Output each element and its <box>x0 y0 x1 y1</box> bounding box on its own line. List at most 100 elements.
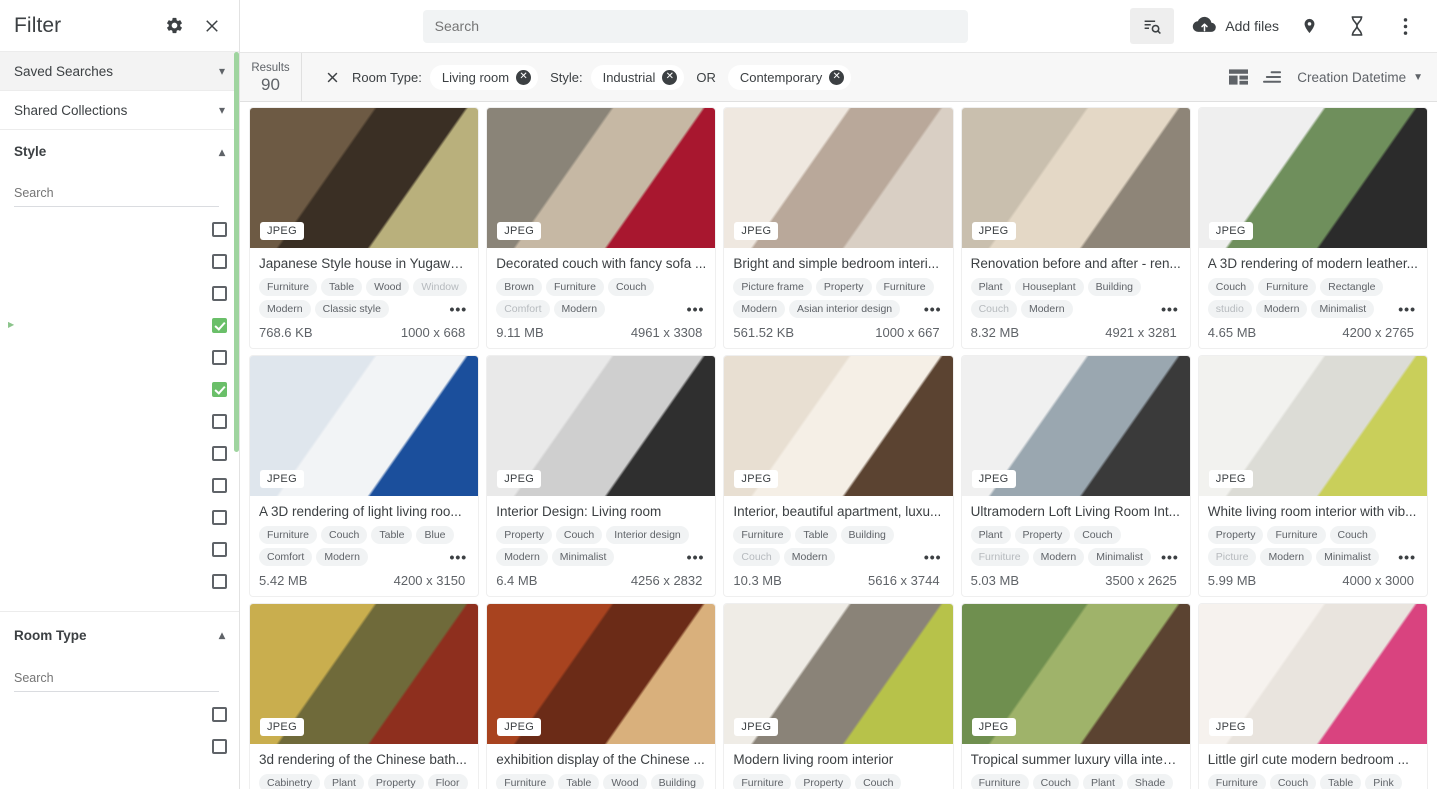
asset-tag[interactable]: Property <box>795 774 852 789</box>
room-type-facet-search-input[interactable] <box>14 667 219 692</box>
asset-card[interactable]: JPEG 3d rendering of the Chinese bath... C… <box>250 604 479 789</box>
facet-row[interactable] <box>0 341 239 373</box>
asset-tag[interactable]: Furniture <box>1207 774 1266 789</box>
filter-chip[interactable]: Contemporary ✕ <box>727 64 852 90</box>
asset-tag[interactable]: Modern <box>553 300 606 318</box>
asset-card[interactable]: JPEG Interior, beautiful apartment, luxu.… <box>724 356 953 596</box>
facet-row[interactable] <box>0 469 239 501</box>
asset-tag[interactable]: Comfort <box>259 548 313 566</box>
facet-checkbox[interactable] <box>212 573 227 589</box>
asset-tag[interactable]: Couch <box>1269 774 1317 789</box>
facet-checkbox[interactable] <box>212 541 227 557</box>
asset-card[interactable]: JPEG Decorated couch with fancy sofa ... B… <box>487 108 716 348</box>
facet-checkbox[interactable] <box>212 509 227 525</box>
asset-tag[interactable]: Furniture <box>733 526 792 544</box>
facet-row[interactable] <box>0 533 239 565</box>
asset-tag[interactable]: Brown <box>496 278 542 296</box>
asset-thumbnail[interactable]: JPEG <box>961 356 1190 496</box>
grid-view-icon[interactable] <box>1221 60 1255 94</box>
asset-tag[interactable]: Window <box>413 278 467 296</box>
asset-tag[interactable]: Furniture <box>733 774 792 789</box>
asset-tag[interactable]: Table <box>558 774 600 789</box>
asset-thumbnail[interactable]: JPEG <box>487 356 716 496</box>
asset-card[interactable]: JPEG White living room interior with vib.… <box>1198 356 1427 596</box>
asset-tag[interactable]: Table <box>1320 774 1362 789</box>
asset-card[interactable]: JPEG exhibition display of the Chinese ..… <box>487 604 716 789</box>
asset-tag[interactable]: Building <box>650 774 704 789</box>
facet-row[interactable] <box>0 213 239 245</box>
asset-thumbnail[interactable]: JPEG <box>1198 604 1427 744</box>
asset-card[interactable]: JPEG Japanese Style house in Yugawar... Fu… <box>250 108 479 348</box>
asset-tag[interactable]: Houseplant <box>1014 278 1084 296</box>
asset-card[interactable]: JPEG Little girl cute modern bedroom ... F… <box>1198 604 1427 789</box>
asset-thumbnail[interactable]: JPEG <box>250 356 479 496</box>
asset-tag[interactable]: studio <box>1207 300 1252 318</box>
asset-thumbnail[interactable]: JPEG <box>250 604 479 744</box>
asset-tag[interactable]: Table <box>795 526 837 544</box>
more-horizontal-icon[interactable]: ••• <box>922 548 944 566</box>
asset-tag[interactable]: Picture frame <box>733 278 812 296</box>
asset-tag[interactable]: Furniture <box>1267 526 1326 544</box>
asset-tag[interactable]: Plant <box>323 774 364 789</box>
style-facet-search-input[interactable] <box>14 182 219 207</box>
facet-row[interactable] <box>0 245 239 277</box>
sidebar-item-shared-collections[interactable]: Shared Collections ▾ <box>0 91 239 130</box>
asset-tag[interactable]: Couch <box>855 774 902 789</box>
facet-row[interactable] <box>0 277 239 309</box>
asset-tag[interactable]: Couch <box>555 526 603 544</box>
asset-tag[interactable]: Minimalist <box>1316 548 1379 566</box>
more-horizontal-icon[interactable]: ••• <box>1396 548 1418 566</box>
asset-card[interactable]: JPEG Bright and simple bedroom interi... P… <box>724 108 953 348</box>
sort-dropdown[interactable]: Creation Datetime ▼ <box>1297 70 1423 85</box>
advanced-search-icon[interactable] <box>1130 8 1175 44</box>
facet-checkbox[interactable] <box>212 738 227 754</box>
location-pin-icon[interactable] <box>1291 8 1327 44</box>
facet-row[interactable] <box>0 437 239 469</box>
asset-tag[interactable]: Modern <box>783 548 836 566</box>
asset-thumbnail[interactable]: JPEG <box>487 604 716 744</box>
asset-tag[interactable]: Furniture <box>1258 278 1317 296</box>
asset-tag[interactable]: Couch <box>321 526 368 544</box>
asset-tag[interactable]: Property <box>496 526 552 544</box>
facet-row[interactable] <box>0 730 239 762</box>
asset-tag[interactable]: Property <box>367 774 424 789</box>
sidebar-scrollbar[interactable] <box>234 52 239 452</box>
facet-row[interactable] <box>0 373 239 405</box>
asset-tag[interactable]: Furniture <box>970 548 1029 566</box>
asset-tag[interactable]: Asian interior design <box>789 300 901 318</box>
facet-checkbox[interactable] <box>212 445 227 461</box>
asset-tag[interactable]: Couch <box>1207 278 1255 296</box>
facet-checkbox[interactable] <box>212 413 227 429</box>
asset-tag[interactable]: Modern <box>316 548 368 566</box>
asset-tag[interactable]: Modern <box>1032 548 1085 566</box>
asset-card[interactable]: JPEG Tropical summer luxury villa interi.… <box>961 604 1190 789</box>
more-horizontal-icon[interactable]: ••• <box>1159 548 1181 566</box>
facet-row[interactable] <box>0 698 239 730</box>
asset-tag[interactable]: Couch <box>1074 526 1121 544</box>
asset-tag[interactable]: Couch <box>1032 774 1079 789</box>
filter-chip[interactable]: Industrial ✕ <box>590 64 685 90</box>
facet-checkbox[interactable] <box>212 349 227 365</box>
asset-thumbnail[interactable]: JPEG <box>487 108 716 248</box>
gear-icon[interactable] <box>163 15 185 37</box>
asset-tag[interactable]: Comfort <box>496 300 550 318</box>
more-horizontal-icon[interactable]: ••• <box>685 548 707 566</box>
hourglass-icon[interactable] <box>1339 8 1375 44</box>
more-horizontal-icon[interactable]: ••• <box>1159 300 1181 318</box>
asset-thumbnail[interactable]: JPEG <box>1198 356 1427 496</box>
asset-card[interactable]: JPEG Ultramodern Loft Living Room Int... P… <box>961 356 1190 596</box>
asset-tag[interactable]: Couch <box>607 278 655 296</box>
asset-card[interactable]: JPEG Renovation before and after - ren...… <box>961 108 1190 348</box>
more-horizontal-icon[interactable]: ••• <box>447 548 469 566</box>
asset-tag[interactable]: Floor <box>427 774 468 789</box>
asset-tag[interactable]: Furniture <box>496 774 555 789</box>
asset-tag[interactable]: Furniture <box>259 278 318 296</box>
facet-section-room-type[interactable]: Room Type ▴ <box>0 612 239 659</box>
asset-thumbnail[interactable]: JPEG <box>724 604 953 744</box>
asset-tag[interactable]: Table <box>321 278 363 296</box>
asset-tag[interactable]: Property <box>815 278 872 296</box>
facet-row[interactable] <box>0 565 239 597</box>
asset-tag[interactable]: Building <box>840 526 894 544</box>
asset-tag[interactable]: Modern <box>1255 300 1308 318</box>
sidebar-item-saved-searches[interactable]: Saved Searches ▾ <box>0 52 239 91</box>
